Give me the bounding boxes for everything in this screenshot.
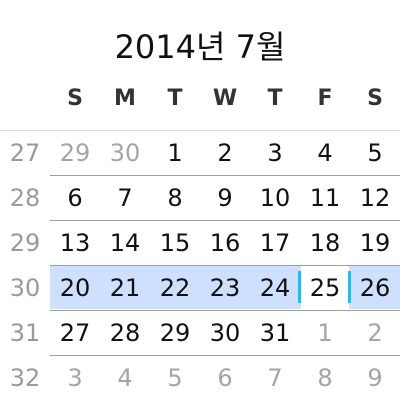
month-title: 2014년 7월	[114, 28, 286, 66]
day-cell[interactable]: 30	[100, 130, 150, 175]
week-number: 32	[9, 364, 41, 392]
day-cell[interactable]: 29	[50, 130, 100, 175]
week-row: 31 27 28 29 30 31 1 2	[0, 310, 400, 355]
day-cell[interactable]: 15	[150, 220, 200, 265]
week-row: 29 13 14 15 16 17 18 19	[0, 220, 400, 265]
day-cell[interactable]: 1	[150, 130, 200, 175]
day-cell[interactable]: 7	[250, 355, 300, 400]
day-cell[interactable]: 19	[350, 220, 400, 265]
day-cell[interactable]: 21	[100, 265, 150, 310]
week-number: 28	[9, 184, 41, 212]
weekday-friday: F	[317, 86, 333, 111]
day-cell[interactable]: 17	[250, 220, 300, 265]
day-cell[interactable]: 5	[150, 355, 200, 400]
day-cell[interactable]: 7	[100, 175, 150, 220]
day-cell[interactable]: 20	[50, 265, 100, 310]
weekday-thursday: T	[267, 86, 283, 111]
day-cell[interactable]: 5	[350, 130, 400, 175]
day-cell[interactable]: 3	[250, 130, 300, 175]
week-number: 29	[9, 229, 41, 257]
day-cell[interactable]: 4	[100, 355, 150, 400]
week-row: 32 3 4 5 6 7 8 9	[0, 355, 400, 400]
day-cell[interactable]: 29	[150, 310, 200, 355]
weekday-header: S M T W T F S	[50, 86, 400, 114]
day-cell[interactable]: 1	[300, 310, 350, 355]
day-cell[interactable]: 4	[300, 130, 350, 175]
day-cell[interactable]: 24	[250, 265, 300, 310]
week-number: 31	[9, 319, 41, 347]
week-row-selected: 30 20 21 22 23 24 25 26	[0, 265, 400, 310]
weekday-sunday: S	[67, 86, 83, 111]
day-cell[interactable]: 22	[150, 265, 200, 310]
week-number: 30	[9, 274, 41, 302]
day-cell[interactable]: 13	[50, 220, 100, 265]
day-cell[interactable]: 18	[300, 220, 350, 265]
day-cell[interactable]: 8	[300, 355, 350, 400]
day-cell[interactable]: 14	[100, 220, 150, 265]
day-cell[interactable]: 6	[200, 355, 250, 400]
day-cell[interactable]: 6	[50, 175, 100, 220]
weekday-saturday: S	[367, 86, 383, 111]
weekday-monday: M	[114, 86, 136, 111]
weekday-tuesday: T	[167, 86, 183, 111]
day-cell[interactable]: 12	[350, 175, 400, 220]
day-cell[interactable]: 23	[200, 265, 250, 310]
day-cell[interactable]: 30	[200, 310, 250, 355]
calendar-grid: 27 29 30 1 2 3 4 5 28 6 7 8 9 10 11 12 2…	[0, 130, 400, 400]
day-cell[interactable]: 9	[350, 355, 400, 400]
day-cell[interactable]: 27	[50, 310, 100, 355]
day-cell-today[interactable]: 25	[300, 265, 350, 310]
day-cell[interactable]: 10	[250, 175, 300, 220]
day-cell[interactable]: 2	[350, 310, 400, 355]
week-row: 27 29 30 1 2 3 4 5	[0, 130, 400, 175]
day-cell[interactable]: 28	[100, 310, 150, 355]
day-cell[interactable]: 8	[150, 175, 200, 220]
day-cell[interactable]: 11	[300, 175, 350, 220]
day-cell[interactable]: 2	[200, 130, 250, 175]
day-cell[interactable]: 31	[250, 310, 300, 355]
day-cell[interactable]: 9	[200, 175, 250, 220]
weekday-wednesday: W	[212, 86, 238, 111]
day-cell[interactable]: 16	[200, 220, 250, 265]
week-row: 28 6 7 8 9 10 11 12	[0, 175, 400, 220]
week-number: 27	[9, 139, 41, 167]
day-cell[interactable]: 3	[50, 355, 100, 400]
day-cell[interactable]: 26	[350, 265, 400, 310]
